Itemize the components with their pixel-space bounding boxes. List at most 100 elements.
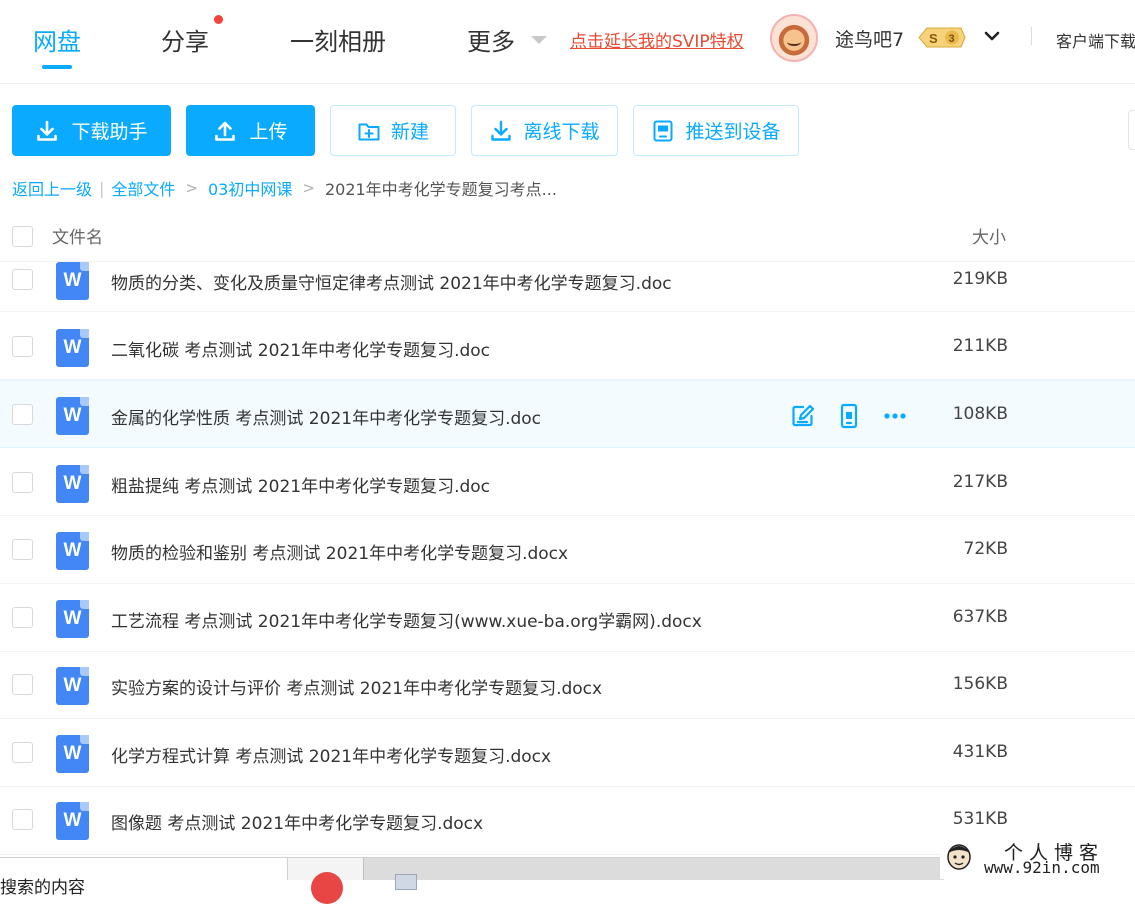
file-size: 431KB xyxy=(952,742,1008,762)
breadcrumb-current: 2021年中考化学专题复习考点... xyxy=(324,180,557,199)
column-header-name[interactable]: 文件名 xyxy=(52,223,103,248)
word-doc-icon: W xyxy=(56,465,89,503)
search-box-edge[interactable] xyxy=(1128,110,1135,150)
file-row[interactable]: W 金属的化学性质 考点测试 2021年中考化学专题复习.doc 108KB xyxy=(0,380,1135,448)
row-checkbox[interactable] xyxy=(12,607,33,628)
word-doc-icon: W xyxy=(56,329,89,367)
upload-button[interactable]: 上传 xyxy=(186,105,315,156)
offline-download-button[interactable]: 离线下载 xyxy=(471,105,618,156)
file-name[interactable]: 物质的检验和鉴别 考点测试 2021年中考化学专题复习.docx xyxy=(111,539,568,564)
taskbar-search-segment[interactable]: 搜索的内容 xyxy=(0,858,288,898)
avatar[interactable] xyxy=(770,14,818,62)
file-name[interactable]: 化学方程式计算 考点测试 2021年中考化学专题复习.docx xyxy=(111,742,551,767)
svg-text:3: 3 xyxy=(949,33,955,45)
row-checkbox[interactable] xyxy=(12,539,33,560)
file-name[interactable]: 图像题 考点测试 2021年中考化学专题复习.docx xyxy=(111,809,483,834)
column-header-size[interactable]: 大小 xyxy=(972,223,1006,248)
file-size: 108KB xyxy=(952,404,1008,424)
word-doc-icon: W xyxy=(56,667,89,705)
file-row[interactable]: W 化学方程式计算 考点测试 2021年中考化学专题复习.docx 431KB xyxy=(0,719,1135,787)
row-actions xyxy=(790,403,908,429)
word-doc-icon: W xyxy=(56,262,89,300)
breadcrumb-separator: | xyxy=(99,178,105,198)
watermark-url: www.92in.com xyxy=(984,858,1100,877)
svip-renew-link[interactable]: 点击延长我的SVIP特权 xyxy=(570,27,744,52)
word-doc-icon: W xyxy=(56,532,89,570)
row-checkbox[interactable] xyxy=(12,472,33,493)
file-list-header: 文件名 大小 xyxy=(0,213,1135,262)
app-red-icon[interactable] xyxy=(311,872,343,904)
row-checkbox[interactable] xyxy=(12,674,33,695)
nav-divider xyxy=(1031,27,1032,45)
push-to-device-label: 推送到设备 xyxy=(685,121,781,143)
file-size: 217KB xyxy=(952,472,1008,492)
cartoon-face-icon xyxy=(947,844,971,870)
download-helper-label: 下载助手 xyxy=(71,121,148,143)
tab-share[interactable]: 分享 xyxy=(161,22,209,57)
top-nav: 网盘 分享 一刻相册 更多 点击延长我的SVIP特权 途鸟吧7 S 3 客户端下… xyxy=(0,0,1135,84)
breadcrumb: 返回上一级 | 全部文件 > 03初中网课 > 2021年中考化学专题复习考点.… xyxy=(12,176,557,200)
file-size: 211KB xyxy=(952,336,1008,356)
breadcrumb-root[interactable]: 全部文件 xyxy=(111,176,175,200)
new-folder-button[interactable]: 新建 xyxy=(330,105,456,156)
watermark: 个人博客 www.92in.com xyxy=(940,836,1135,879)
taskbar-search-text: 搜索的内容 xyxy=(0,878,85,898)
file-name[interactable]: 金属的化学性质 考点测试 2021年中考化学专题复习.doc xyxy=(111,404,541,429)
breadcrumb-arrow-icon: > xyxy=(185,179,198,197)
breadcrumb-folder[interactable]: 03初中网课 xyxy=(208,176,292,200)
svg-text:S: S xyxy=(929,31,938,46)
vip-level-badge-icon: S 3 xyxy=(918,27,966,48)
row-checkbox[interactable] xyxy=(12,809,33,830)
push-to-device-button[interactable]: 推送到设备 xyxy=(633,105,799,156)
word-doc-icon: W xyxy=(56,735,89,773)
username[interactable]: 途鸟吧7 xyxy=(835,25,904,52)
word-doc-icon: W xyxy=(56,802,89,840)
file-size: 637KB xyxy=(952,607,1008,627)
active-tab-indicator xyxy=(42,65,72,69)
row-checkbox[interactable] xyxy=(12,336,33,357)
tab-netdisk[interactable]: 网盘 xyxy=(33,22,81,57)
new-folder-icon xyxy=(358,123,380,140)
row-checkbox[interactable] xyxy=(12,269,33,290)
client-download-link[interactable]: 客户端下载 xyxy=(1056,28,1135,52)
tab-album[interactable]: 一刻相册 xyxy=(290,22,386,57)
file-name[interactable]: 工艺流程 考点测试 2021年中考化学专题复习(www.xue-ba.org学霸… xyxy=(111,607,702,632)
offline-download-icon xyxy=(491,120,512,141)
select-all-checkbox[interactable] xyxy=(12,226,33,247)
file-row[interactable]: W 实验方案的设计与评价 考点测试 2021年中考化学专题复习.docx 156… xyxy=(0,651,1135,719)
file-size: 531KB xyxy=(952,809,1008,829)
notification-dot xyxy=(214,15,223,24)
upload-icon xyxy=(215,121,236,141)
file-row[interactable]: W 物质的分类、变化及质量守恒定律考点测试 2021年中考化学专题复习.doc … xyxy=(0,262,1135,312)
file-size: 219KB xyxy=(952,269,1008,289)
edit-icon[interactable] xyxy=(790,403,816,429)
file-name[interactable]: 二氧化碳 考点测试 2021年中考化学专题复习.doc xyxy=(111,336,490,361)
row-checkbox[interactable] xyxy=(12,404,33,425)
taskbar-window-segment[interactable] xyxy=(364,858,944,890)
download-icon xyxy=(37,120,58,141)
offline-download-label: 离线下载 xyxy=(523,121,600,143)
row-checkbox[interactable] xyxy=(12,742,33,763)
tab-more[interactable]: 更多 xyxy=(467,22,515,57)
file-name[interactable]: 粗盐提纯 考点测试 2021年中考化学专题复习.doc xyxy=(111,472,490,497)
download-helper-button[interactable]: 下载助手 xyxy=(12,105,171,156)
breadcrumb-arrow-icon: > xyxy=(302,179,315,197)
file-size: 156KB xyxy=(952,674,1008,694)
file-name[interactable]: 实验方案的设计与评价 考点测试 2021年中考化学专题复习.docx xyxy=(111,674,602,699)
device-icon xyxy=(653,120,673,141)
chevron-down-icon[interactable] xyxy=(984,28,1000,44)
new-folder-label: 新建 xyxy=(390,121,429,143)
upload-label: 上传 xyxy=(249,121,288,143)
file-name[interactable]: 物质的分类、变化及质量守恒定律考点测试 2021年中考化学专题复习.doc xyxy=(111,269,672,294)
file-size: 72KB xyxy=(963,539,1008,559)
file-row[interactable]: W 物质的检验和鉴别 考点测试 2021年中考化学专题复习.docx 72KB xyxy=(0,516,1135,584)
file-row[interactable]: W 工艺流程 考点测试 2021年中考化学专题复习(www.xue-ba.org… xyxy=(0,584,1135,652)
document-icon[interactable] xyxy=(395,874,417,890)
taskbar-app-segment[interactable] xyxy=(288,858,364,904)
chevron-down-icon[interactable] xyxy=(531,36,547,44)
file-row[interactable]: W 粗盐提纯 考点测试 2021年中考化学专题复习.doc 217KB xyxy=(0,448,1135,516)
breadcrumb-back[interactable]: 返回上一级 xyxy=(12,176,92,200)
phone-icon[interactable] xyxy=(836,403,862,429)
word-doc-icon: W xyxy=(56,397,89,435)
file-row[interactable]: W 二氧化碳 考点测试 2021年中考化学专题复习.doc 211KB xyxy=(0,312,1135,380)
